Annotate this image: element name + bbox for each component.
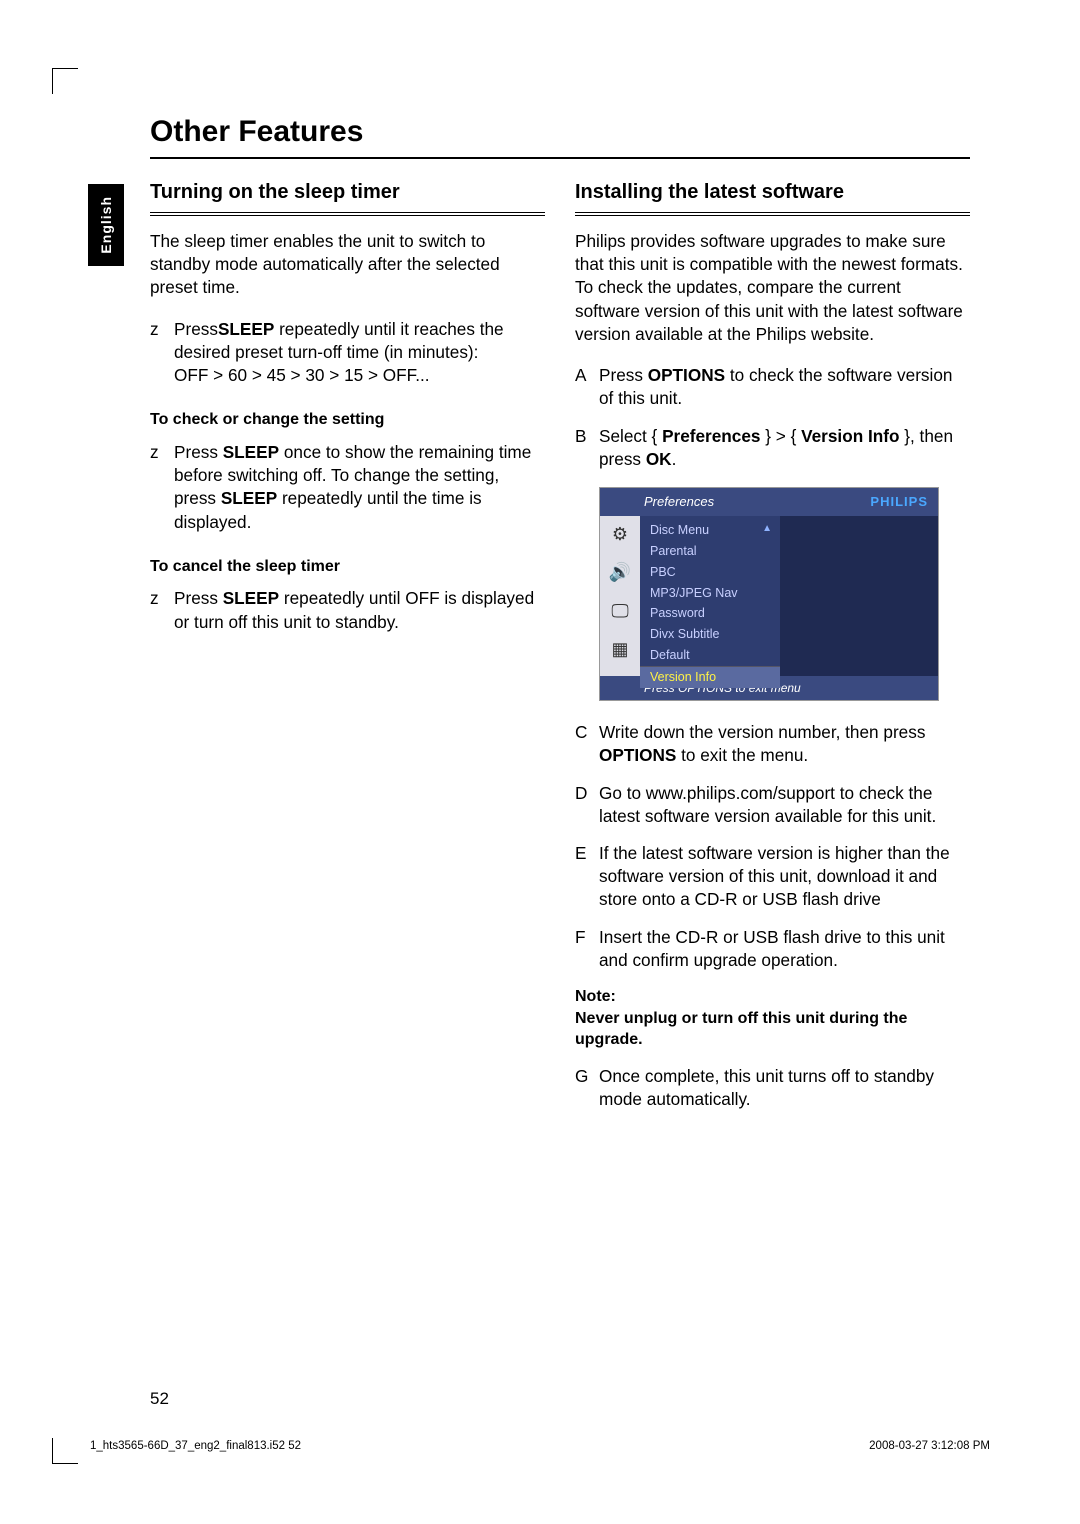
sleep-step-2: z Press SLEEP once to show the remaining… <box>150 441 545 534</box>
sleep-step-3: z Press SLEEP repeatedly until OFF is di… <box>150 587 545 633</box>
key-ok: OK <box>646 449 672 469</box>
menu-icon-column: ⚙ 🔊 🖵 ▦ <box>600 516 640 676</box>
key-sleep: SLEEP <box>223 442 279 462</box>
section-heading-software: Installing the latest software <box>575 179 970 216</box>
sleep-intro: The sleep timer enables the unit to swit… <box>150 230 545 300</box>
menu-item-label: Parental <box>650 544 697 558</box>
brand-logo: PHILIPS <box>870 493 928 511</box>
text: Write down the version number, then pres… <box>599 722 925 742</box>
step-marker: E <box>575 842 599 912</box>
text: } > { <box>760 426 801 446</box>
note-text: Never unplug or turn off this unit durin… <box>575 1008 970 1051</box>
step-c: C Write down the version number, then pr… <box>575 721 970 767</box>
step-marker: D <box>575 782 599 828</box>
language-tab: English <box>88 184 124 266</box>
display-icon: 🖵 <box>611 599 628 623</box>
sleep-sequence: OFF > 60 > 45 > 30 > 15 > OFF... <box>174 365 430 385</box>
note-label: Note: <box>575 986 970 1008</box>
bullet-marker: z <box>150 318 174 388</box>
grid-icon: ▦ <box>611 637 628 661</box>
arrow-up-icon: ▲ <box>762 522 772 536</box>
crop-mark-bottom-left <box>52 1438 78 1464</box>
language-tab-label: English <box>98 196 114 254</box>
menu-list: Disc Menu ▲ Parental PBC MP3/JPEG Nav Pas… <box>640 516 780 676</box>
menu-preferences: Preferences <box>662 426 760 446</box>
menu-item-label: Password <box>650 606 705 620</box>
step-e: E If the latest software version is high… <box>575 842 970 912</box>
software-intro: Philips provides software upgrades to ma… <box>575 230 970 346</box>
left-column: Turning on the sleep timer The sleep tim… <box>150 179 545 1125</box>
key-options: OPTIONS <box>648 365 725 385</box>
menu-item-label: PBC <box>650 565 676 579</box>
step-marker: B <box>575 425 599 471</box>
step-b: B Select { Preferences } > { Version Inf… <box>575 425 970 471</box>
footer-left: 1_hts3565-66D_37_eng2_final813.i52 52 <box>90 1440 301 1452</box>
menu-item-default: Default <box>640 645 780 667</box>
text: Press <box>174 319 218 339</box>
menu-item-label: Version Info <box>650 670 716 684</box>
preferences-menu-figure: Preferences PHILIPS ⚙ 🔊 🖵 ▦ Disc Menu ▲ P… <box>599 487 939 701</box>
text: Insert the CD-R or USB ﬂash drive to thi… <box>599 926 970 972</box>
content-area: Other Features Turning on the sleep time… <box>150 115 970 1125</box>
menu-item-label: Divx Subtitle <box>650 627 719 641</box>
text: If the latest software version is higher… <box>599 842 970 912</box>
key-sleep: SLEEP <box>223 588 279 608</box>
crop-mark-top-left <box>52 68 78 94</box>
step-d: D Go to www.philips.com/support to check… <box>575 782 970 828</box>
step-a: A Press OPTIONS to check the software ve… <box>575 364 970 410</box>
key-sleep: SLEEP <box>221 488 277 508</box>
text: Press <box>599 365 648 385</box>
note-block: Note: Never unplug or turn off this unit… <box>575 986 970 1051</box>
speaker-icon: 🔊 <box>609 560 631 584</box>
subheading-check: To check or change the setting <box>150 409 545 431</box>
menu-item-label: Default <box>650 648 690 662</box>
text: Select { <box>599 426 662 446</box>
text: Once complete, this unit turns off to st… <box>599 1065 970 1111</box>
settings-icon: ⚙ <box>612 522 628 546</box>
text: Press <box>174 442 223 462</box>
menu-item-password: Password <box>640 603 780 624</box>
sleep-step-1: z PressSLEEP repeatedly until it reaches… <box>150 318 545 388</box>
section-heading-sleep: Turning on the sleep timer <box>150 179 545 216</box>
menu-detail-pane <box>780 516 938 676</box>
page-title: Other Features <box>150 115 970 159</box>
key-options: OPTIONS <box>599 745 676 765</box>
step-marker: F <box>575 926 599 972</box>
bullet-marker: z <box>150 441 174 534</box>
menu-item-parental: Parental <box>640 541 780 562</box>
menu-title: Preferences <box>644 493 714 511</box>
menu-item-label: Disc Menu <box>650 523 709 537</box>
step-marker: A <box>575 364 599 410</box>
text: to exit the menu. <box>676 745 808 765</box>
subheading-cancel: To cancel the sleep timer <box>150 556 545 578</box>
menu-item-mp3jpeg: MP3/JPEG Nav <box>640 583 780 604</box>
text: Go to www.philips.com/support to check t… <box>599 782 970 828</box>
menu-item-divx: Divx Subtitle <box>640 624 780 645</box>
menu-item-label: MP3/JPEG Nav <box>650 586 738 600</box>
footer-right: 2008-03-27 3:12:08 PM <box>869 1440 990 1452</box>
menu-version-info: Version Info <box>801 426 899 446</box>
key-sleep: SLEEP <box>218 319 274 339</box>
step-g: G Once complete, this unit turns off to … <box>575 1065 970 1111</box>
page-number: 52 <box>150 1389 169 1409</box>
menu-item-disc-menu: Disc Menu ▲ <box>640 520 780 541</box>
text: . <box>672 449 677 469</box>
menu-item-version-info: Version Info <box>640 667 780 688</box>
bullet-marker: z <box>150 587 174 633</box>
menu-item-pbc: PBC <box>640 562 780 583</box>
text: Press <box>174 588 223 608</box>
step-f: F Insert the CD-R or USB ﬂash drive to t… <box>575 926 970 972</box>
step-marker: C <box>575 721 599 767</box>
step-marker: G <box>575 1065 599 1111</box>
right-column: Installing the latest software Philips p… <box>575 179 970 1125</box>
